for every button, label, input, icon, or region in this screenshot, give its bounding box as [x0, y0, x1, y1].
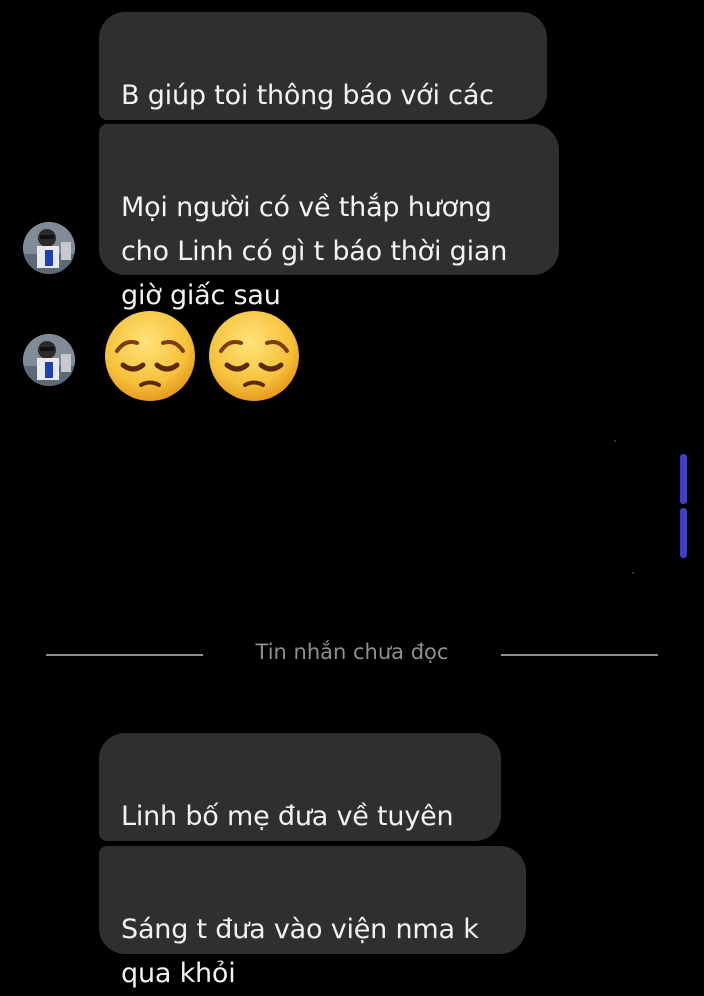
avatar-photo-icon [23, 334, 75, 386]
message-bubble[interactable]: B giúp toi thông báo với các bạn Linh nh… [99, 12, 547, 155]
divider-line [46, 654, 203, 656]
avatar[interactable] [23, 222, 75, 274]
pensive-face-icon[interactable] [207, 309, 301, 407]
message-text: Sáng t đưa vào viện nma k qua khỏi [121, 914, 479, 989]
message-bubble[interactable]: Mọi người có về thắp hương cho Linh có g… [99, 124, 559, 311]
message-bubble[interactable]: Sáng t đưa vào viện nma k qua khỏi [99, 846, 526, 989]
avatar-photo-icon [23, 222, 75, 274]
artifact-dot [632, 572, 634, 574]
divider-line [501, 654, 658, 656]
pensive-face-icon[interactable] [103, 309, 197, 407]
avatar[interactable] [23, 334, 75, 386]
scroll-indicator [680, 508, 687, 558]
message-text: Mọi người có về thắp hương cho Linh có g… [121, 192, 508, 311]
scroll-indicator [680, 454, 687, 504]
message-bubble[interactable]: Linh bố mẹ đưa về tuyên quang rồi [99, 733, 501, 876]
unread-divider-label: Tin nhắn chưa đọc [255, 640, 449, 664]
artifact-dot [614, 440, 616, 442]
